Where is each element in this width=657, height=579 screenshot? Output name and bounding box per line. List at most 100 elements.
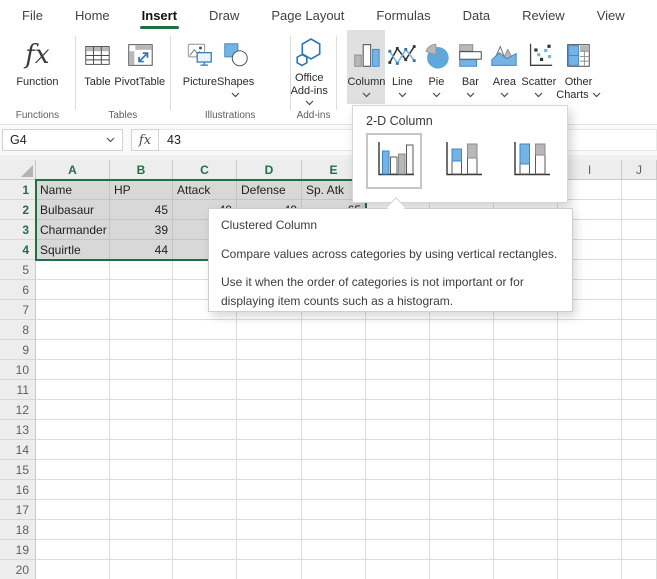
cell-E14[interactable] xyxy=(302,440,366,460)
cell-H16[interactable] xyxy=(494,480,558,500)
area-button[interactable]: Area xyxy=(487,30,521,104)
pie-button[interactable]: Pie xyxy=(419,30,453,104)
row-header-9[interactable]: 9 xyxy=(0,340,36,360)
cell-B2[interactable]: 45 xyxy=(110,200,173,220)
cell-C18[interactable] xyxy=(173,520,237,540)
cell-F14[interactable] xyxy=(366,440,430,460)
cell-G17[interactable] xyxy=(430,500,494,520)
cell-B15[interactable] xyxy=(110,460,173,480)
cell-A9[interactable] xyxy=(36,340,110,360)
cell-D14[interactable] xyxy=(237,440,302,460)
cell-I18[interactable] xyxy=(558,520,622,540)
chevron-down-icon[interactable] xyxy=(500,91,509,99)
cell-I19[interactable] xyxy=(558,540,622,560)
cell-C10[interactable] xyxy=(173,360,237,380)
cell-J7[interactable] xyxy=(622,300,657,320)
cell-I17[interactable] xyxy=(558,500,622,520)
cell-F9[interactable] xyxy=(366,340,430,360)
cell-F11[interactable] xyxy=(366,380,430,400)
cell-F13[interactable] xyxy=(366,420,430,440)
row-header-10[interactable]: 10 xyxy=(0,360,36,380)
cell-B20[interactable] xyxy=(110,560,173,579)
cell-A12[interactable] xyxy=(36,400,110,420)
cell-J14[interactable] xyxy=(622,440,657,460)
row-header-6[interactable]: 6 xyxy=(0,280,36,300)
cell-F10[interactable] xyxy=(366,360,430,380)
cell-G12[interactable] xyxy=(430,400,494,420)
cell-F18[interactable] xyxy=(366,520,430,540)
cell-G8[interactable] xyxy=(430,320,494,340)
cell-E11[interactable] xyxy=(302,380,366,400)
cell-G11[interactable] xyxy=(430,380,494,400)
cell-J16[interactable] xyxy=(622,480,657,500)
function-button[interactable]: fx Function xyxy=(16,30,58,104)
cell-G16[interactable] xyxy=(430,480,494,500)
row-header-20[interactable]: 20 xyxy=(0,560,36,579)
cell-E15[interactable] xyxy=(302,460,366,480)
chevron-down-icon[interactable] xyxy=(398,91,407,99)
cell-D13[interactable] xyxy=(237,420,302,440)
row-header-13[interactable]: 13 xyxy=(0,420,36,440)
line-button[interactable]: Line xyxy=(385,30,419,104)
column-header-C[interactable]: C xyxy=(173,160,237,180)
row-header-7[interactable]: 7 xyxy=(0,300,36,320)
cell-C14[interactable] xyxy=(173,440,237,460)
cell-H17[interactable] xyxy=(494,500,558,520)
cell-A7[interactable] xyxy=(36,300,110,320)
row-header-17[interactable]: 17 xyxy=(0,500,36,520)
menu-tab-draw[interactable]: Draw xyxy=(193,0,255,30)
cell-H12[interactable] xyxy=(494,400,558,420)
cell-B17[interactable] xyxy=(110,500,173,520)
cell-D18[interactable] xyxy=(237,520,302,540)
cell-C16[interactable] xyxy=(173,480,237,500)
row-header-3[interactable]: 3 xyxy=(0,220,36,240)
table-button[interactable]: Table xyxy=(80,30,114,104)
cell-B3[interactable]: 39 xyxy=(110,220,173,240)
row-header-15[interactable]: 15 xyxy=(0,460,36,480)
cell-H18[interactable] xyxy=(494,520,558,540)
pivottable-button[interactable]: PivotTable xyxy=(114,30,165,104)
cell-J9[interactable] xyxy=(622,340,657,360)
cell-B5[interactable] xyxy=(110,260,173,280)
row-header-14[interactable]: 14 xyxy=(0,440,36,460)
chevron-down-icon[interactable] xyxy=(106,137,115,143)
row-header-2[interactable]: 2 xyxy=(0,200,36,220)
cell-D20[interactable] xyxy=(237,560,302,579)
cell-D1[interactable]: Defense xyxy=(237,180,302,200)
row-header-5[interactable]: 5 xyxy=(0,260,36,280)
cell-I11[interactable] xyxy=(558,380,622,400)
cell-B1[interactable]: HP xyxy=(110,180,173,200)
menu-tab-page-layout[interactable]: Page Layout xyxy=(255,0,360,30)
cell-F12[interactable] xyxy=(366,400,430,420)
menu-tab-data[interactable]: Data xyxy=(447,0,506,30)
cell-H20[interactable] xyxy=(494,560,558,579)
cell-C17[interactable] xyxy=(173,500,237,520)
cell-I9[interactable] xyxy=(558,340,622,360)
cell-H14[interactable] xyxy=(494,440,558,460)
cell-H15[interactable] xyxy=(494,460,558,480)
cell-E9[interactable] xyxy=(302,340,366,360)
cell-J3[interactable] xyxy=(622,220,657,240)
cell-A17[interactable] xyxy=(36,500,110,520)
cell-I14[interactable] xyxy=(558,440,622,460)
cell-B18[interactable] xyxy=(110,520,173,540)
menu-tab-home[interactable]: Home xyxy=(59,0,126,30)
cell-E12[interactable] xyxy=(302,400,366,420)
cell-G14[interactable] xyxy=(430,440,494,460)
cell-E20[interactable] xyxy=(302,560,366,579)
cell-D16[interactable] xyxy=(237,480,302,500)
row-header-18[interactable]: 18 xyxy=(0,520,36,540)
cell-C19[interactable] xyxy=(173,540,237,560)
cell-A4[interactable]: Squirtle xyxy=(36,240,110,260)
menu-tab-view[interactable]: View xyxy=(581,0,641,30)
cell-J8[interactable] xyxy=(622,320,657,340)
cell-A3[interactable]: Charmander xyxy=(36,220,110,240)
cell-C12[interactable] xyxy=(173,400,237,420)
scatter-button[interactable]: Scatter xyxy=(521,30,556,104)
cell-J10[interactable] xyxy=(622,360,657,380)
cell-H10[interactable] xyxy=(494,360,558,380)
insert-function-button[interactable]: fx xyxy=(131,129,159,151)
cell-J4[interactable] xyxy=(622,240,657,260)
office-add-ins-button[interactable]: Office Add-ins xyxy=(291,30,328,106)
cell-I12[interactable] xyxy=(558,400,622,420)
